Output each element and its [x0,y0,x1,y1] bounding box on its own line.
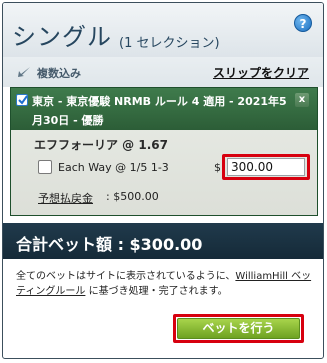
slip-controls: 複数込み スリップをクリア [3,57,323,87]
selection-card: 東京 - 東京優駿 NRMB ルール 4 適用 - 2021年5月30日 - 優… [10,87,318,216]
bet-slip: シングル (1 セレクション) ? 複数込み スリップをクリア 東京 - 東京優… [2,2,324,359]
currency-symbol: $ [214,161,221,174]
place-bet-button[interactable]: ベットを行う [177,318,300,339]
total-stake-bar: 合計ベット額 : $300.00 [3,223,323,259]
clear-slip-link[interactable]: スリップをクリア [213,64,309,81]
selection-count: (1 セレクション) [119,36,220,51]
terms-after: に基づき処理・完了されます。 [85,286,228,297]
check-icon [18,95,28,105]
potential-returns-value: : $500.00 [106,190,159,203]
stake-input[interactable] [227,158,305,176]
each-way-label: Each Way @ 1/5 1-3 [58,161,169,174]
multi-arrow-icon [18,67,30,77]
help-icon[interactable]: ? [294,14,312,32]
selection-checkbox[interactable] [16,94,28,106]
slip-header: シングル (1 セレクション) ? [3,3,323,57]
selection-event: 東京 - 東京優駿 NRMB ルール 4 適用 - 2021年5月30日 - 優… [32,95,287,127]
multiples-label[interactable]: 複数込み [37,65,81,81]
selection-pick: エフフォーリア @ 1.67 [34,138,168,152]
selection-header: 東京 - 東京優駿 NRMB ルール 4 適用 - 2021年5月30日 - 優… [11,88,317,130]
total-stake: 合計ベット額 : $300.00 [16,235,203,254]
terms-text: 全てのベットはサイトに表示されているように、WilliamHill ベッティング… [16,269,314,299]
each-way-checkbox[interactable] [38,160,52,174]
slip-title: シングル [12,23,112,51]
potential-returns-label: 予想払戻金 [38,192,93,205]
terms-before: 全てのベットはサイトに表示されているように、 [16,271,236,282]
remove-selection-button[interactable]: x [295,93,309,107]
